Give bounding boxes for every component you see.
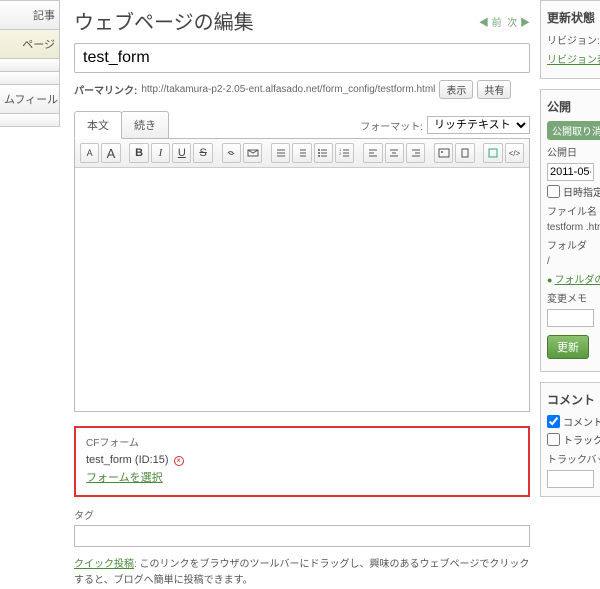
- share-button[interactable]: 共有: [477, 80, 511, 99]
- side-tab-2[interactable]: [0, 58, 60, 72]
- ol-icon[interactable]: 12: [335, 143, 354, 163]
- format-label: フォーマット:: [360, 118, 423, 133]
- link-icon[interactable]: [222, 143, 241, 163]
- filename-value: testform .html: [547, 222, 594, 233]
- page-title: ウェブページの編集: [74, 6, 254, 35]
- side-tab-articles[interactable]: 記事: [0, 0, 60, 30]
- prev-link[interactable]: ◀ 前: [479, 18, 502, 29]
- tag-label: タグ: [74, 507, 530, 522]
- indent-in-icon[interactable]: [292, 143, 311, 163]
- svg-text:2: 2: [339, 151, 342, 156]
- cf-form-box: CFフォーム test_form (ID:15) × フォームを選択: [74, 426, 530, 497]
- format-select[interactable]: リッチテキスト: [427, 116, 530, 134]
- memo-label: 変更メモ: [547, 290, 594, 305]
- ul-icon[interactable]: [314, 143, 333, 163]
- publish-date-input[interactable]: [547, 163, 594, 181]
- status-panel: 更新状態 リビジョン:20 リビジョン表示: [540, 0, 600, 79]
- accept-trackback-label: トラックバ: [563, 432, 600, 447]
- indent-out-icon[interactable]: [271, 143, 290, 163]
- side-tab-5[interactable]: [0, 113, 60, 127]
- image-icon[interactable]: [434, 143, 453, 163]
- schedule-checkbox[interactable]: [547, 185, 560, 198]
- right-sidebar: 更新状態 リビジョン:20 リビジョン表示 公開 公開取り消し 公開日 日時指定…: [540, 0, 600, 540]
- format-row: フォーマット: リッチテキスト: [360, 116, 530, 134]
- editor-textarea[interactable]: [75, 168, 529, 408]
- trackback-input[interactable]: [547, 470, 594, 488]
- tag-input[interactable]: [74, 525, 530, 547]
- revision-link[interactable]: リビジョン表示: [547, 55, 600, 66]
- tag-section: タグ: [74, 507, 530, 547]
- comment-panel: コメント コメントを トラックバ トラックバッ: [540, 382, 600, 497]
- main-column: ウェブページの編集 ◀ 前 次 ▶ パーマリンク: http://takamur…: [60, 0, 540, 540]
- unpublish-button[interactable]: 公開取り消し: [547, 121, 600, 140]
- align-right-icon[interactable]: [406, 143, 425, 163]
- permalink-url: http://takamura-p2-2.05-ent.alfasado.net…: [141, 84, 435, 95]
- cf-form-select-link[interactable]: フォームを選択: [86, 472, 163, 484]
- fullscreen-icon[interactable]: [483, 143, 502, 163]
- memo-input[interactable]: [547, 309, 594, 327]
- publish-date-label: 公開日: [547, 144, 594, 159]
- side-tab-3[interactable]: [0, 71, 60, 85]
- folder-label: フォルダ: [547, 237, 594, 252]
- quickpost-link[interactable]: クイック投稿: [74, 559, 134, 570]
- cf-form-title: CFフォーム: [86, 436, 518, 452]
- html-icon[interactable]: </>: [505, 143, 524, 163]
- view-button[interactable]: 表示: [439, 80, 473, 99]
- update-button[interactable]: 更新: [547, 335, 589, 359]
- editor-box: A A B I U S 12: [74, 138, 530, 412]
- publish-panel: 公開 公開取り消し 公開日 日時指定 ファイル名 testform .html …: [540, 89, 600, 372]
- left-sidebar: 記事 ページ ムフィールド: [0, 0, 60, 540]
- permalink-label: パーマリンク:: [74, 82, 137, 97]
- title-input[interactable]: [74, 43, 530, 73]
- comment-panel-title: コメント: [547, 391, 594, 408]
- revision-label: リビジョン:: [547, 36, 600, 47]
- accept-comment-checkbox[interactable]: [547, 415, 560, 428]
- permalink-row: パーマリンク: http://takamura-p2-2.05-ent.alfa…: [74, 80, 530, 99]
- next-link[interactable]: 次 ▶: [507, 18, 530, 29]
- align-left-icon[interactable]: [363, 143, 382, 163]
- accept-trackback-checkbox[interactable]: [547, 433, 560, 446]
- editor-toolbar: A A B I U S 12: [75, 139, 529, 168]
- fontsize-minus-icon[interactable]: A: [80, 143, 99, 163]
- underline-icon[interactable]: U: [172, 143, 191, 163]
- fontsize-plus-icon[interactable]: A: [101, 143, 120, 163]
- tab-more[interactable]: 続き: [121, 111, 169, 139]
- tab-body[interactable]: 本文: [74, 111, 122, 139]
- side-tab-customfield[interactable]: ムフィールド: [0, 84, 60, 114]
- folder-path: /: [547, 256, 594, 267]
- cf-form-delete-icon[interactable]: ×: [174, 456, 184, 466]
- filename-label: ファイル名: [547, 203, 594, 218]
- bullet-icon: ●: [547, 275, 552, 285]
- side-tab-pages[interactable]: ページ: [0, 29, 60, 59]
- schedule-label: 日時指定: [563, 184, 600, 199]
- pager: ◀ 前 次 ▶: [479, 14, 530, 29]
- email-icon[interactable]: [243, 143, 262, 163]
- quickpost-row: クイック投稿: このリンクをブラウザのツールバーにドラッグし、興味のあるウェブペ…: [74, 557, 530, 589]
- publish-panel-title: 公開: [547, 98, 594, 115]
- align-center-icon[interactable]: [385, 143, 404, 163]
- strike-icon[interactable]: S: [193, 143, 212, 163]
- file-icon[interactable]: [455, 143, 474, 163]
- folder-change-link[interactable]: フォルダの変: [554, 275, 600, 286]
- editor-tabs: 本文 続き: [74, 111, 168, 139]
- bold-icon[interactable]: B: [129, 143, 148, 163]
- trackback-label: トラックバッ: [547, 451, 594, 466]
- accept-comment-label: コメントを: [563, 414, 600, 429]
- italic-icon[interactable]: I: [151, 143, 170, 163]
- status-panel-title: 更新状態: [547, 9, 594, 26]
- quickpost-text: : このリンクをブラウザのツールバーにドラッグし、興味のあるウェブページでクリッ…: [74, 559, 529, 586]
- cf-form-item: test_form (ID:15): [86, 454, 169, 466]
